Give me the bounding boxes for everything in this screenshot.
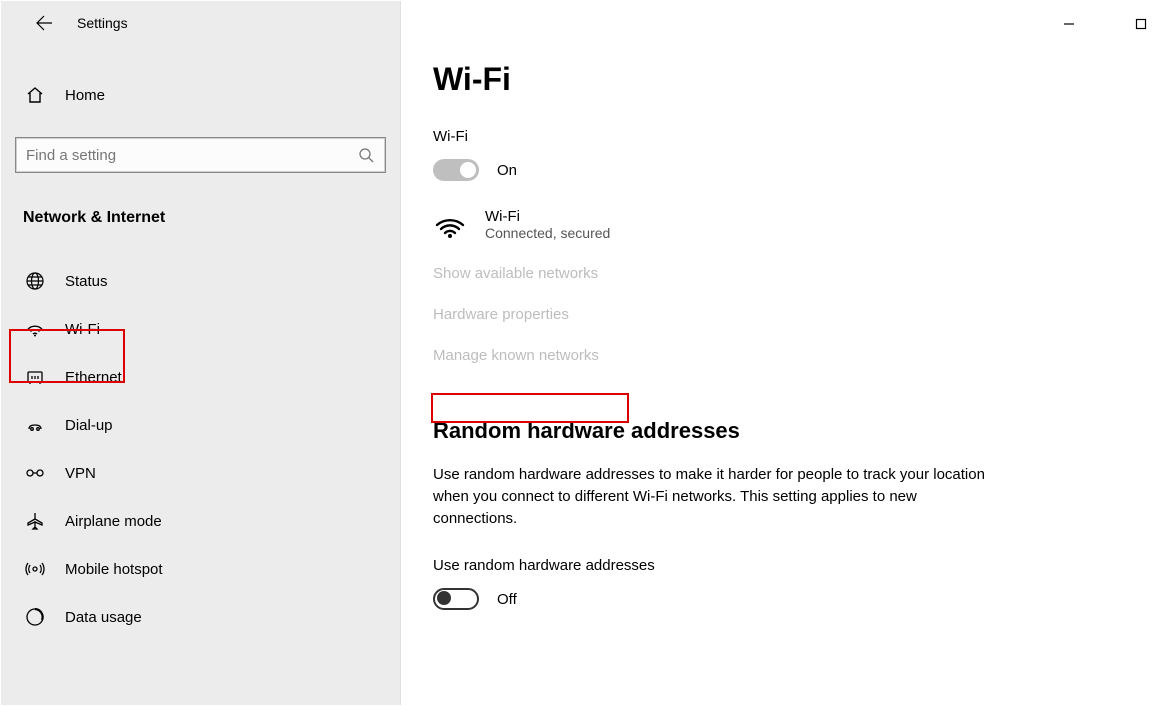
- data-usage-icon: [23, 607, 47, 627]
- wifi-toggle-row: On: [433, 159, 1140, 181]
- wifi-icon: [23, 319, 47, 339]
- minimize-icon: [1063, 18, 1075, 30]
- dialup-icon: [23, 415, 47, 435]
- nav-label: Data usage: [65, 609, 142, 626]
- nav-label: Ethernet: [65, 369, 122, 386]
- page-title: Wi-Fi: [433, 61, 1140, 98]
- airplane-icon: [23, 511, 47, 531]
- nav-label: Airplane mode: [65, 513, 162, 530]
- nav-label: Status: [65, 273, 108, 290]
- category-heading: Network & Internet: [1, 209, 400, 227]
- sidebar-item-dialup[interactable]: Dial-up: [1, 401, 400, 449]
- wifi-toggle-state: On: [497, 162, 517, 179]
- main-pane: Wi-Fi Wi-Fi On Wi-Fi Connected, secured …: [401, 1, 1164, 705]
- link-hardware-properties[interactable]: Hardware properties: [433, 306, 569, 323]
- ethernet-icon: [23, 367, 47, 387]
- sidebar-item-airplane[interactable]: Airplane mode: [1, 497, 400, 545]
- nav-label: VPN: [65, 465, 96, 482]
- nav-label: Dial-up: [65, 417, 113, 434]
- random-addresses-heading: Random hardware addresses: [433, 418, 1140, 444]
- sidebar-item-vpn[interactable]: VPN: [1, 449, 400, 497]
- maximize-icon: [1135, 18, 1147, 30]
- sidebar-item-hotspot[interactable]: Mobile hotspot: [1, 545, 400, 593]
- app-title: Settings: [77, 15, 128, 31]
- random-addresses-description: Use random hardware addresses to make it…: [433, 464, 993, 529]
- sidebar-item-status[interactable]: Status: [1, 257, 400, 305]
- link-manage-known-networks[interactable]: Manage known networks: [433, 347, 599, 364]
- search-icon: [357, 147, 375, 163]
- maximize-button[interactable]: [1118, 9, 1164, 39]
- nav-list: Status Wi-Fi Ethernet Dial-up: [1, 257, 400, 705]
- nav-label: Wi-Fi: [65, 321, 100, 338]
- random-toggle-label: Use random hardware addresses: [433, 557, 1140, 574]
- home-icon: [23, 85, 47, 105]
- wifi-toggle[interactable]: [433, 159, 479, 181]
- home-label: Home: [65, 87, 105, 104]
- nav-label: Mobile hotspot: [65, 561, 163, 578]
- vpn-icon: [23, 463, 47, 483]
- search-input-container[interactable]: [15, 137, 386, 173]
- random-addresses-toggle[interactable]: [433, 588, 479, 610]
- link-show-available-networks[interactable]: Show available networks: [433, 265, 598, 282]
- sidebar: Settings Home Network & Internet Sta: [1, 1, 401, 705]
- sidebar-item-home[interactable]: Home: [1, 75, 400, 115]
- minimize-button[interactable]: [1046, 9, 1092, 39]
- sidebar-item-ethernet[interactable]: Ethernet: [1, 353, 400, 401]
- wifi-connection-item[interactable]: Wi-Fi Connected, secured: [433, 207, 1140, 241]
- titlebar: Settings: [1, 1, 400, 45]
- sidebar-item-wifi[interactable]: Wi-Fi: [1, 305, 400, 353]
- random-toggle-state: Off: [497, 591, 517, 608]
- arrow-left-icon: [35, 14, 53, 32]
- random-toggle-row: Off: [433, 588, 1140, 610]
- sidebar-item-datausage[interactable]: Data usage: [1, 593, 400, 641]
- hotspot-icon: [23, 559, 47, 579]
- wifi-connection-status: Connected, secured: [485, 225, 610, 241]
- search-input[interactable]: [26, 147, 357, 164]
- window-controls: [1046, 9, 1164, 39]
- wifi-section-label: Wi-Fi: [433, 128, 1140, 145]
- back-button[interactable]: [29, 8, 59, 38]
- wifi-signal-icon: [433, 207, 467, 241]
- wifi-connection-name: Wi-Fi: [485, 208, 610, 225]
- globe-icon: [23, 271, 47, 291]
